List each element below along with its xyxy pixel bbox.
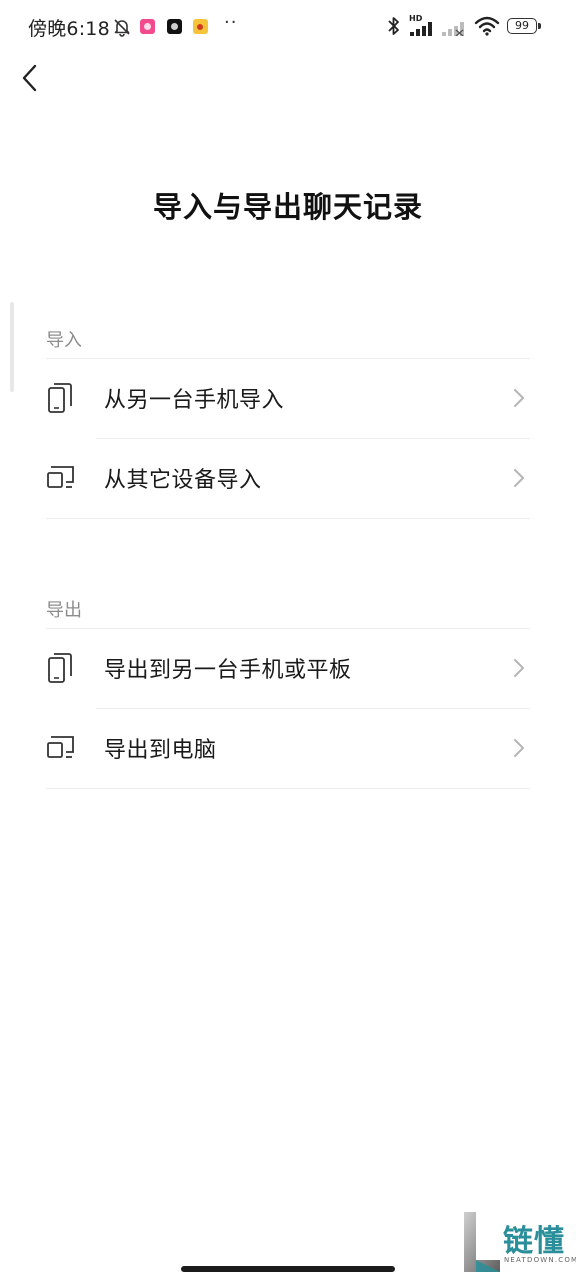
chevron-left-icon: [22, 64, 37, 92]
section-header-export: 导出: [46, 600, 82, 621]
watermark-text: 链懂: [503, 1224, 565, 1259]
bell-muted-icon: [114, 19, 130, 37]
status-time: 傍晚6:18: [28, 18, 110, 40]
import-from-other-device-item[interactable]: 从其它设备导入: [0, 439, 576, 517]
divider: [46, 788, 530, 789]
item-label: 从另一台手机导入: [104, 388, 285, 413]
chevron-right-icon: [514, 739, 524, 757]
more-notifications-icon: ··: [224, 12, 238, 33]
export-to-computer-item[interactable]: 导出到电脑: [0, 709, 576, 787]
monitor-icon: [47, 736, 74, 758]
import-from-phone-item[interactable]: 从另一台手机导入: [0, 359, 576, 437]
chevron-right-icon: [514, 469, 524, 487]
item-label: 导出到电脑: [104, 738, 217, 763]
watermark: 链懂 NEATDOWN.COM: [462, 1212, 576, 1276]
section-header-import: 导入: [46, 330, 82, 351]
app-notification-icon: [140, 19, 155, 34]
bluetooth-icon: [388, 17, 399, 35]
signal-strength-icon: [410, 22, 432, 36]
divider: [46, 518, 530, 519]
watermark-logo-icon: [464, 1212, 500, 1272]
signal-no-service-icon: [442, 22, 464, 36]
phone-icon: [48, 653, 72, 683]
battery-indicator: 99: [507, 18, 541, 34]
export-to-phone-item[interactable]: 导出到另一台手机或平板: [0, 629, 576, 707]
chevron-right-icon: [514, 659, 524, 677]
weibo-icon: [193, 19, 208, 34]
tiktok-icon: [167, 19, 182, 34]
watermark-subtext: NEATDOWN.COM: [504, 1256, 576, 1264]
monitor-icon: [47, 466, 74, 488]
wifi-icon: [474, 16, 500, 36]
status-bar: 傍晚6:18 ·· HD 99: [0, 0, 576, 56]
phone-icon: [48, 383, 72, 413]
home-indicator[interactable]: [181, 1266, 395, 1272]
page-title: 导入与导出聊天记录: [152, 190, 423, 224]
back-button[interactable]: [10, 58, 50, 98]
item-label: 导出到另一台手机或平板: [104, 658, 352, 683]
item-label: 从其它设备导入: [104, 468, 262, 493]
chevron-right-icon: [514, 389, 524, 407]
